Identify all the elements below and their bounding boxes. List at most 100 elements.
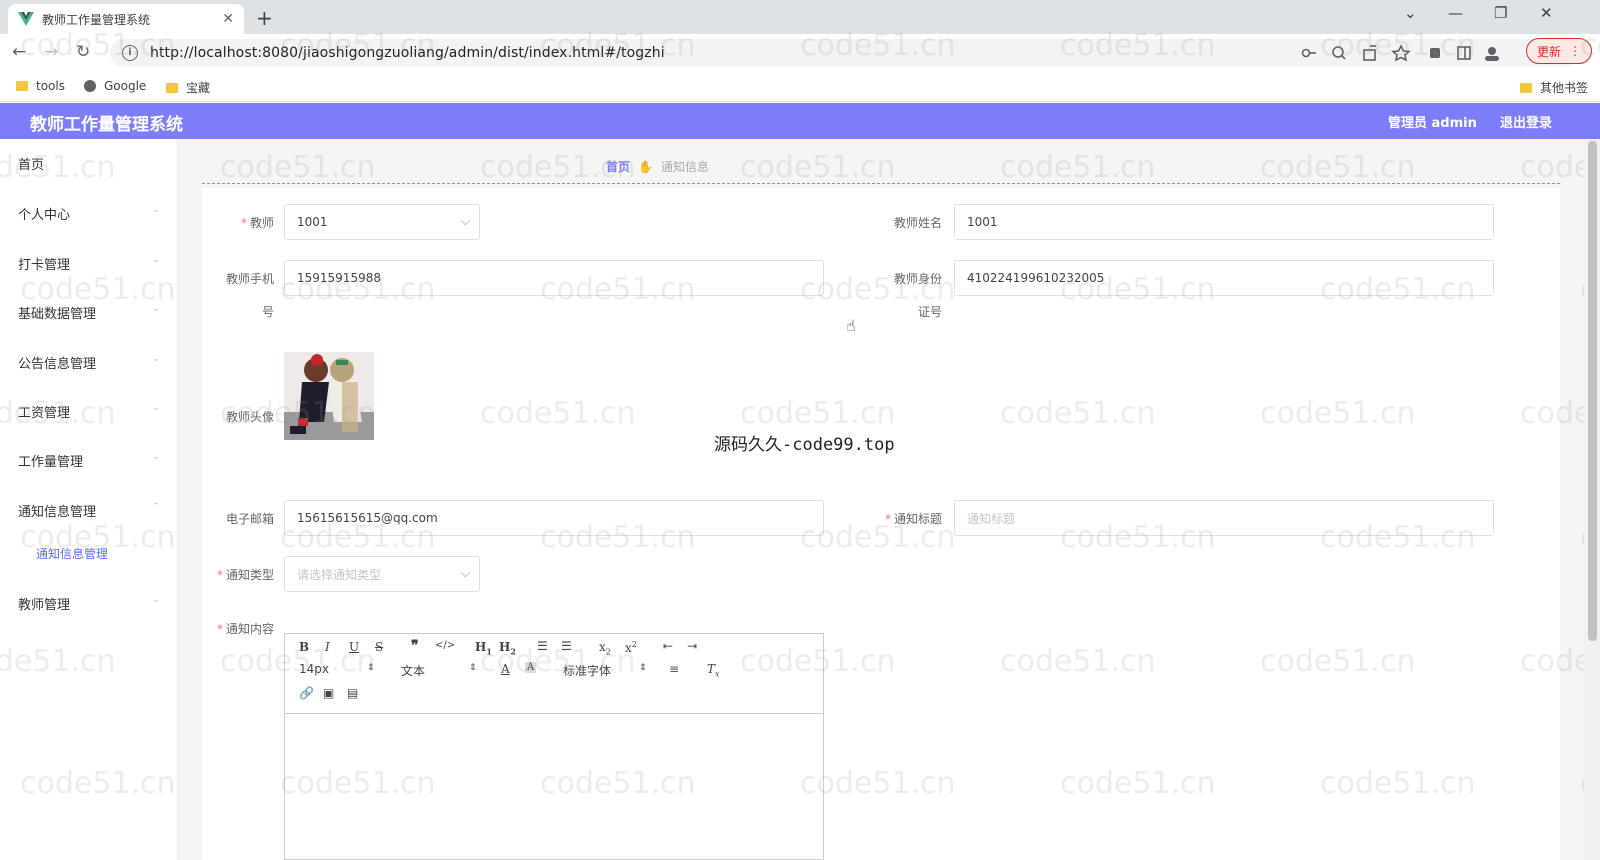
chevron-up-icon: ⌃	[152, 502, 160, 512]
align-icon[interactable]: ≡	[669, 662, 679, 676]
sidebar-item-announcement[interactable]: 公告信息管理 ⌄	[18, 353, 160, 372]
hand-icon: ✋	[638, 159, 653, 174]
bookmark-google[interactable]: Google	[84, 79, 146, 93]
video-icon[interactable]: ▤	[347, 686, 358, 700]
italic-icon[interactable]: I	[325, 640, 330, 654]
required-mark: *	[216, 568, 223, 582]
minimize-button[interactable]: —	[1448, 4, 1463, 22]
underline-icon[interactable]: U	[349, 640, 359, 654]
bold-icon[interactable]: B	[299, 640, 309, 654]
breadcrumb: 首页 ✋ 通知信息	[606, 158, 709, 175]
forward-arrow-icon[interactable]: →	[44, 42, 58, 62]
outdent-icon[interactable]: ⇤	[663, 639, 673, 653]
site-info-icon[interactable]: i	[122, 45, 138, 61]
breadcrumb-home[interactable]: 首页	[606, 158, 630, 175]
chevron-down-icon	[460, 567, 471, 578]
font-color-icon[interactable]: A	[501, 662, 510, 676]
bullet-list-icon[interactable]: ☰	[561, 639, 572, 653]
scrollbar-thumb[interactable]	[1588, 141, 1597, 641]
vue-logo-icon	[18, 12, 34, 26]
sidebar-item-label: 教师管理	[18, 598, 71, 613]
bookmark-baozang[interactable]: 宝藏	[166, 79, 210, 96]
profile-icon	[1485, 47, 1499, 61]
rich-text-editor[interactable]: B I U S ❞ </> H1 H2 ☰ ☰ x2 x2 ⇤ ⇥ 14px ⇕…	[284, 633, 824, 860]
phone-label: 教师手机 号	[204, 270, 274, 320]
new-tab-button[interactable]: +	[256, 6, 273, 30]
background-color-icon[interactable]: A	[525, 662, 537, 673]
sidebar-item-teacher[interactable]: 教师管理 ⌄	[18, 594, 160, 613]
bookmark-tools[interactable]: tools	[16, 79, 65, 93]
idcard-label-line1: 教师身份	[893, 272, 942, 286]
update-button[interactable]: 更新 ⋮	[1526, 38, 1592, 64]
sidebar-item-profile[interactable]: 个人中心 ⌄	[18, 204, 160, 223]
sidebar-item-home[interactable]: 首页	[18, 154, 160, 173]
tab-search-icon[interactable]: ⌄	[1404, 4, 1417, 22]
zoom-icon	[1332, 46, 1346, 60]
email-label: 电子邮箱	[225, 512, 274, 526]
blockquote-icon[interactable]: ❞	[411, 638, 419, 654]
sidebar-subitem-notice[interactable]: 通知信息管理	[36, 545, 108, 562]
breadcrumb-current: 通知信息	[660, 160, 709, 174]
folder-icon	[1520, 82, 1532, 93]
subscript-icon[interactable]: x2	[599, 640, 611, 656]
strikethrough-icon[interactable]: S	[375, 640, 383, 654]
chevron-down-icon: ⌄	[152, 255, 160, 265]
sidebar-item-label: 通知信息管理	[18, 505, 97, 520]
sidebar-subitem-label: 通知信息管理	[36, 547, 109, 561]
font-family-select[interactable]: 标准字体 ⇕	[563, 662, 649, 679]
browser-tab[interactable]: 教师工作量管理系统 ✕	[8, 4, 244, 34]
reload-icon[interactable]: ↻	[76, 42, 90, 62]
logout-button[interactable]: 退出登录	[1500, 112, 1552, 131]
clear-format-icon[interactable]: Tx	[707, 662, 720, 678]
menu-dots-icon[interactable]: ⋮	[1569, 44, 1581, 58]
email-field[interactable]: 15615615615@qq.com	[284, 500, 824, 536]
restore-button[interactable]: ❐	[1494, 4, 1507, 22]
sidebar-item-basedata[interactable]: 基础数据管理 ⌄	[18, 303, 160, 322]
image-icon[interactable]: ▣	[323, 686, 334, 700]
site-overlay-text: 源码久久-code99.top	[714, 435, 895, 455]
updown-icon: ⇕	[469, 663, 477, 673]
sidebar-item-salary[interactable]: 工资管理 ⌄	[18, 402, 160, 421]
sidebar-item-notice[interactable]: 通知信息管理 ⌃	[18, 501, 160, 520]
idcard-field[interactable]: 410224199610232005	[954, 260, 1494, 296]
superscript-icon[interactable]: x2	[625, 640, 637, 655]
window-close-button[interactable]: ✕	[1540, 4, 1553, 22]
share-icon	[1363, 45, 1376, 61]
back-arrow-icon[interactable]: ←	[12, 42, 26, 62]
tab-close-icon[interactable]: ✕	[222, 11, 234, 27]
teacher-name-field[interactable]: 1001	[954, 204, 1494, 240]
font-size-select[interactable]: 14px ⇕	[299, 662, 375, 676]
bookmarks-bar: tools Google 宝藏 其他书签	[0, 72, 1600, 102]
indent-icon[interactable]: ⇥	[687, 639, 697, 653]
heading2-icon[interactable]: H2	[499, 640, 516, 656]
label-text: 教师	[249, 216, 274, 230]
url-text[interactable]: http://localhost:8080/jiaoshigongzuolian…	[150, 45, 665, 61]
link-icon[interactable]: 🔗	[299, 686, 314, 700]
required-mark: *	[884, 512, 891, 526]
heading1-icon[interactable]: H1	[475, 640, 492, 656]
bookmark-other[interactable]: 其他书签	[1520, 79, 1588, 96]
key-icon	[1301, 48, 1316, 58]
ordered-list-icon[interactable]: ☰	[537, 639, 548, 653]
bookmark-label: 宝藏	[186, 81, 211, 95]
phone-field[interactable]: 15915915988	[284, 260, 824, 296]
label-text: 通知标题	[893, 512, 942, 526]
notice-type-select[interactable]: 请选择通知类型	[284, 556, 480, 592]
block-type-value: 文本	[401, 664, 426, 678]
notice-type-placeholder: 请选择通知类型	[297, 567, 382, 582]
sidepanel-icon	[1457, 46, 1471, 60]
sidebar-item-checkin[interactable]: 打卡管理 ⌄	[18, 254, 160, 273]
app-title: 教师工作量管理系统	[30, 115, 183, 135]
label-text: 通知类型	[225, 568, 274, 582]
block-type-select[interactable]: 文本 ⇕	[401, 662, 481, 679]
sidebar-item-workload[interactable]: 工作量管理 ⌄	[18, 451, 160, 470]
folder-icon	[16, 81, 28, 91]
sidebar-item-label: 基础数据管理	[18, 307, 97, 322]
notice-type-label: * 通知类型	[204, 566, 274, 583]
teacher-select[interactable]: 1001	[284, 204, 480, 240]
notice-title-input[interactable]: 通知标题	[954, 500, 1494, 536]
code-block-icon[interactable]: </>	[435, 640, 455, 651]
avatar[interactable]	[284, 352, 374, 440]
teacher-select-value: 1001	[297, 215, 328, 229]
font-size-value: 14px	[299, 662, 329, 676]
